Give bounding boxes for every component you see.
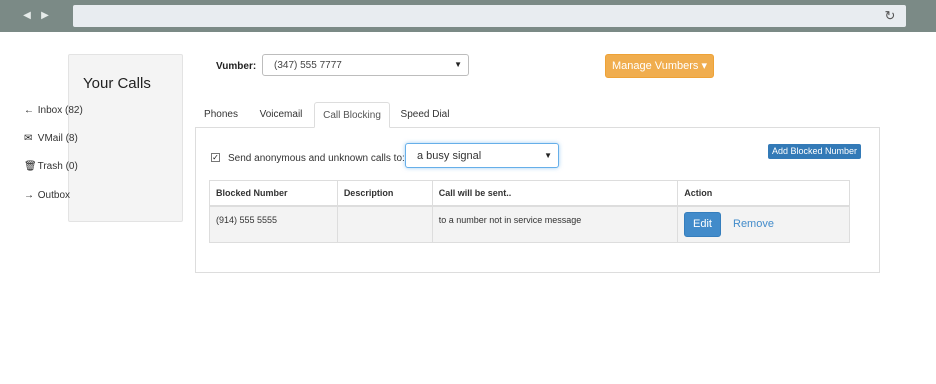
- calls-sidebar: Your Calls: [68, 54, 183, 222]
- header-call-sent: Call will be sent..: [431, 180, 679, 207]
- blocked-numbers-table: Blocked Number Description Call will be …: [209, 180, 850, 243]
- reload-icon[interactable]: ↻: [882, 8, 898, 24]
- sidebar-item-trash[interactable]: 🗑 Trash (0): [24, 161, 78, 172]
- browser-toolbar: ◀ ▶ ↻: [0, 0, 936, 32]
- vumber-select[interactable]: (347) 555 7777 ▼: [262, 54, 469, 76]
- caret-down-icon: ▼: [454, 60, 462, 69]
- cell-call-sent: to a number not in service message: [431, 205, 679, 243]
- sidebar-item-outbox[interactable]: → Outbox: [24, 190, 70, 201]
- vumber-label: Vumber:: [216, 61, 257, 72]
- signal-value: a busy signal: [417, 150, 482, 162]
- tab-voicemail[interactable]: Voicemail: [252, 102, 310, 128]
- caret-down-icon: ▼: [544, 151, 552, 160]
- header-description: Description: [336, 180, 433, 207]
- add-blocked-number-button[interactable]: Add Blocked Number: [768, 144, 861, 159]
- blocked-call-destination-select[interactable]: a busy signal ▼: [405, 143, 559, 168]
- anonymous-calls-checkbox[interactable]: ✓: [211, 153, 220, 162]
- tab-phones[interactable]: Phones: [197, 102, 245, 128]
- tab-call-blocking[interactable]: Call Blocking: [314, 102, 390, 128]
- sidebar-item-label: Outbox: [37, 190, 71, 201]
- sidebar-item-label: VMail (8): [37, 133, 78, 144]
- sidebar-title: Your Calls: [83, 75, 151, 92]
- arrow-right-icon: →: [24, 190, 34, 201]
- sidebar-item-inbox[interactable]: ← Inbox (82): [24, 105, 83, 116]
- cell-blocked-number: (914) 555 5555: [209, 205, 338, 243]
- cell-description: [336, 205, 433, 243]
- sidebar-item-label: Trash (0): [37, 161, 78, 172]
- address-bar[interactable]: ↻: [73, 5, 906, 27]
- forward-icon[interactable]: ▶: [38, 9, 52, 23]
- header-action: Action: [677, 180, 850, 207]
- sidebar-item-vmail[interactable]: ✉ VMail (8): [24, 133, 78, 144]
- tab-speed-dial[interactable]: Speed Dial: [394, 102, 456, 128]
- remove-link[interactable]: Remove: [733, 218, 774, 230]
- sidebar-item-label: Inbox (82): [37, 105, 83, 116]
- anonymous-calls-label: Send anonymous and unknown calls to:: [228, 153, 405, 164]
- table-header-row: Blocked Number Description Call will be …: [209, 180, 850, 207]
- back-icon[interactable]: ◀: [20, 9, 34, 23]
- edit-button[interactable]: Edit: [684, 212, 721, 237]
- header-blocked-number: Blocked Number: [209, 180, 338, 207]
- envelope-icon: ✉: [24, 133, 33, 144]
- manage-vumbers-button[interactable]: Manage Vumbers ▾: [605, 54, 714, 78]
- trash-icon: 🗑: [24, 161, 37, 172]
- arrow-left-icon: ←: [24, 105, 34, 116]
- vumber-value: (347) 555 7777: [274, 60, 342, 71]
